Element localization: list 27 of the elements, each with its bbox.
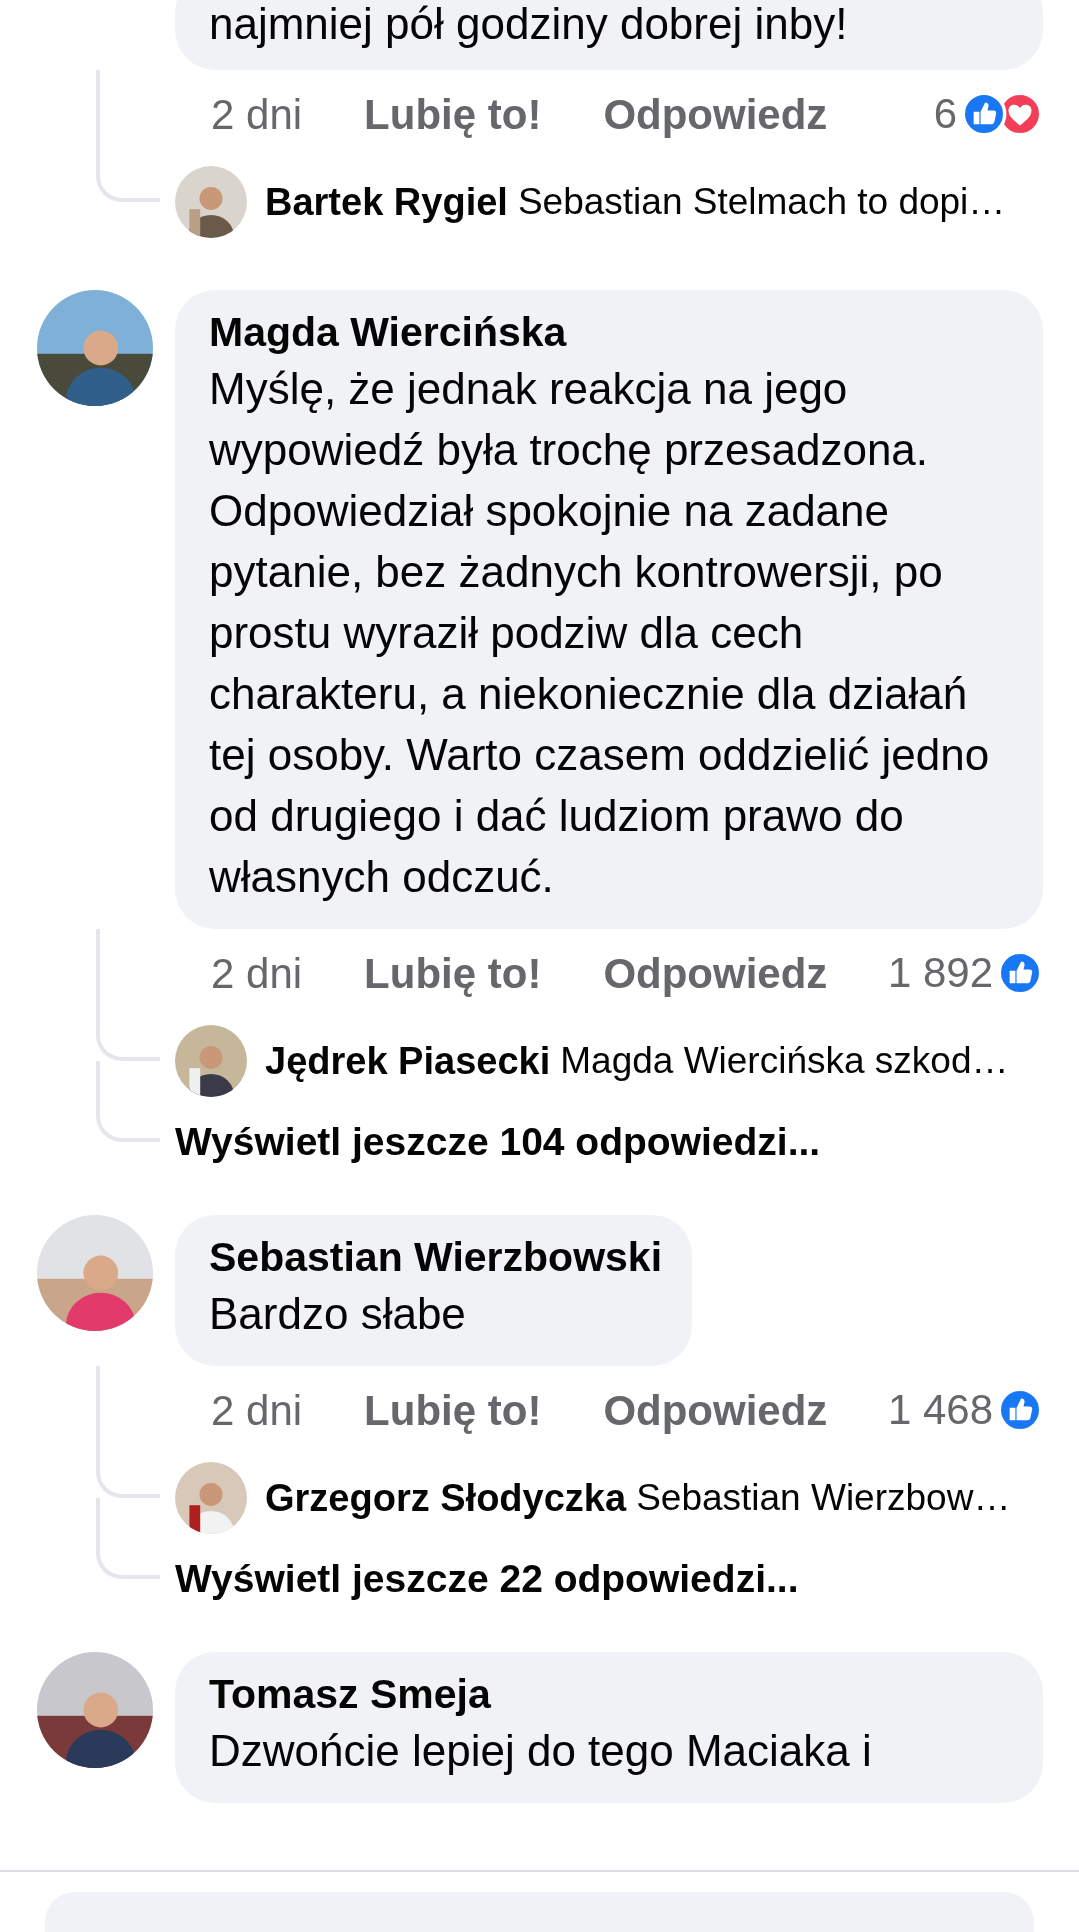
reply-preview[interactable]: Sebastian Wierzbow… bbox=[636, 1477, 1011, 1519]
comment-author[interactable]: Magda Wiercińska bbox=[209, 306, 1013, 358]
reply-author[interactable]: Bartek Rygiel bbox=[265, 180, 508, 224]
reaction-count: 6 bbox=[933, 90, 957, 138]
reply-preview[interactable]: Sebastian Stelmach to dopi… bbox=[517, 181, 1006, 223]
reply-author[interactable]: Jędrek Piasecki bbox=[265, 1039, 551, 1083]
reply-link[interactable]: Odpowiedz bbox=[603, 949, 828, 999]
view-more-replies-link[interactable]: Wyświetl jeszcze 22 odpowiedzi... bbox=[175, 1557, 799, 1601]
comment-author[interactable]: Sebastian Wierzbowski bbox=[209, 1231, 663, 1283]
comment-author[interactable]: Tomasz Smeja bbox=[209, 1668, 1013, 1720]
comment-text: Bardzo słabe bbox=[209, 1288, 467, 1340]
reply-preview[interactable]: Magda Wiercińska szkod… bbox=[560, 1040, 1009, 1082]
comment-text: Dzwońcie lepiej do tego Maciaka i bbox=[209, 1725, 873, 1777]
like-link[interactable]: Lubię to! bbox=[364, 90, 542, 140]
reaction-count: 1 468 bbox=[887, 1386, 993, 1434]
comment-time: 2 dni bbox=[211, 1386, 303, 1436]
like-link[interactable]: Lubię to! bbox=[364, 949, 542, 999]
like-link[interactable]: Lubię to! bbox=[364, 1386, 542, 1436]
reaction-count: 1 892 bbox=[887, 949, 993, 997]
comment-text: najmniej pół godziny dobrej inby! bbox=[209, 0, 849, 50]
reply-link[interactable]: Odpowiedz bbox=[603, 1386, 828, 1436]
reply-link[interactable]: Odpowiedz bbox=[603, 90, 828, 140]
reply-author[interactable]: Grzegorz Słodyczka bbox=[265, 1476, 627, 1520]
view-more-replies-link[interactable]: Wyświetl jeszcze 104 odpowiedzi... bbox=[175, 1120, 821, 1164]
comment-time: 2 dni bbox=[211, 949, 303, 999]
comment-text: Myślę, że jednak reakcja na jego wypowiedź była trochę przesadzona. Odpowiedział spokojnie na zadane pytanie, bez żadnych kontrowersji, po prostu wyraził podziw dla cech charakteru, a niekoniecznie dla działań tej osoby. Warto czasem oddzielić jedno od drugiego i dać ludziom prawo do własnych odczuć. bbox=[209, 363, 991, 903]
comment-time: 2 dni bbox=[211, 90, 303, 140]
